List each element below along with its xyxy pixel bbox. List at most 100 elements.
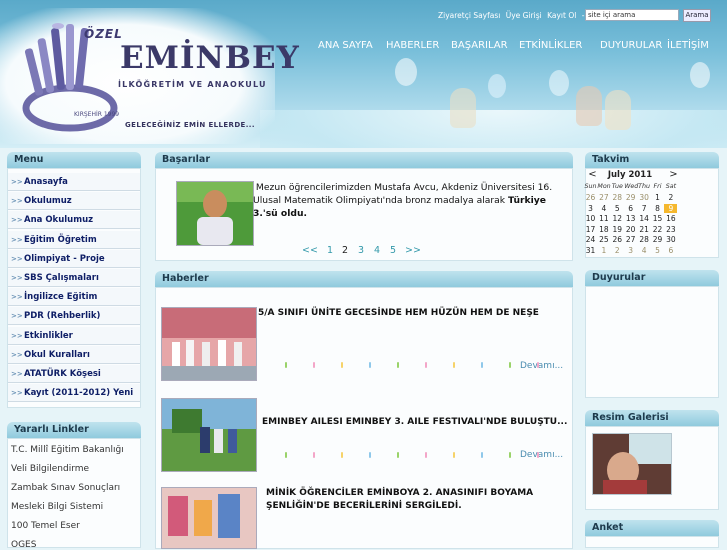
news-photo[interactable] [161, 398, 257, 472]
calendar-day[interactable]: 2 [664, 193, 677, 202]
decorative-dot [341, 452, 343, 458]
calendar-day[interactable]: 26 [584, 193, 597, 202]
calendar-day[interactable]: 15 [651, 214, 664, 223]
menu-item[interactable]: >> İngilizce Eğitim [8, 288, 140, 307]
calendar-day[interactable]: 6 [664, 246, 677, 255]
calendar-day[interactable]: 28 [638, 235, 651, 244]
calendar-day[interactable]: 21 [638, 225, 651, 234]
search-input[interactable]: site içi arama [585, 9, 679, 21]
calendar-day[interactable]: 20 [624, 225, 637, 234]
menu-item[interactable]: >> SBS Çalışmaları [8, 269, 140, 287]
decorative-dot [481, 452, 483, 458]
calendar-day[interactable]: 25 [597, 235, 610, 244]
calendar-day[interactable]: 30 [664, 235, 677, 244]
calendar-day[interactable]: 16 [664, 214, 677, 223]
menu-item[interactable]: >> ATATÜRK Köşesi [8, 365, 140, 383]
calendar-day[interactable]: 3 [584, 204, 597, 213]
menu-item[interactable]: >> Kayıt (2011-2012) Yeni [8, 384, 140, 403]
useful-link[interactable]: OGES [11, 540, 36, 550]
calendar-day[interactable]: 18 [597, 225, 610, 234]
pager-page[interactable]: 4 [374, 245, 380, 256]
nav-news[interactable]: HABERLER [386, 40, 439, 51]
nav-contact[interactable]: İLETİŞİM [667, 40, 709, 51]
calendar-day[interactable]: 29 [624, 193, 637, 202]
calendar-day[interactable]: 22 [651, 225, 664, 234]
menu-item[interactable]: >> Okul Kuralları [8, 345, 140, 364]
calendar-day[interactable]: 13 [624, 214, 637, 223]
menu-item[interactable]: >> PDR (Rehberlik) [8, 307, 140, 326]
calendar-day[interactable]: 4 [638, 246, 651, 255]
search-button[interactable]: Arama [683, 9, 711, 22]
news-title-3[interactable]: MİNİK ÖĞRENCİLER EMİNBOYA 2. ANASINIFI B… [258, 487, 554, 513]
guestbook-link[interactable]: Ziyaretçi Sayfası [438, 11, 500, 20]
calendar-day[interactable]: 5 [611, 204, 624, 213]
calendar-day[interactable]: 23 [664, 225, 677, 234]
nav-home[interactable]: ANA SAYFA [318, 40, 373, 51]
nav-activities[interactable]: ETKİNLİKLER [519, 40, 582, 51]
calendar-day[interactable]: 12 [611, 214, 624, 223]
double-arrow-icon: >> [11, 216, 23, 225]
calendar-next-button[interactable]: > [667, 169, 680, 180]
pager-last[interactable]: >> [405, 245, 421, 256]
pager-page[interactable]: 3 [358, 245, 364, 256]
menu-item[interactable]: >> Etkinlikler [8, 326, 140, 345]
calendar-day[interactable]: 7 [638, 204, 651, 213]
calendar-day[interactable]: 24 [584, 235, 597, 244]
calendar-day[interactable]: 28 [611, 193, 624, 202]
calendar-day[interactable]: 1 [651, 193, 664, 202]
news-photo[interactable] [161, 487, 257, 549]
pager-page[interactable]: 1 [327, 245, 333, 256]
calendar-day[interactable]: 27 [597, 193, 610, 202]
member-login-link[interactable]: Üye Girişi [506, 11, 542, 20]
news-title-2[interactable]: EMİNBEY AİLESİ EMİNBEY 3. AİLE FESTİVALİ… [262, 417, 572, 427]
register-link[interactable]: Kayıt Ol [547, 11, 576, 20]
calendar-day[interactable]: 3 [624, 246, 637, 255]
menu-title: Menu [7, 152, 141, 168]
calendar-day[interactable]: 10 [584, 214, 597, 223]
calendar-day[interactable]: 27 [624, 235, 637, 244]
menu-item[interactable]: >> Ana Okulumuz [8, 211, 140, 230]
calendar-day[interactable]: 29 [651, 235, 664, 244]
useful-link[interactable]: T.C. Millî Eğitim Bakanlığı [11, 445, 124, 455]
menu-item-label: Ana Okulumuz [24, 215, 94, 226]
calendar-panel [585, 168, 719, 258]
pager-first[interactable]: << [302, 245, 318, 256]
useful-link[interactable]: Veli Bilgilendirme [11, 464, 89, 474]
double-arrow-icon: >> [11, 331, 23, 340]
child-figure-decoration [605, 90, 631, 130]
menu-item-label: Olimpiyat - Proje [24, 253, 105, 264]
calendar-day[interactable]: 17 [584, 225, 597, 234]
calendar-day[interactable]: 2 [611, 246, 624, 255]
gallery-photo[interactable] [592, 433, 672, 495]
nav-achievements[interactable]: BAŞARILAR [451, 40, 508, 51]
menu-item[interactable]: >> Olimpiyat - Proje [8, 249, 140, 268]
calendar-day[interactable]: 11 [597, 214, 610, 223]
news-title-1[interactable]: 5/A SINIFI ÜNİTE GECESİNDE HEM HÜZÜN HEM… [258, 307, 570, 320]
menu-item[interactable]: >> Okulumuz [8, 192, 140, 211]
calendar-day[interactable]: 1 [597, 246, 610, 255]
calendar-day[interactable]: 9 [664, 203, 678, 213]
useful-link[interactable]: 100 Temel Eser [11, 521, 80, 531]
useful-link[interactable]: Mesleki Bilgi Sistemi [11, 502, 103, 512]
decorative-dot [313, 452, 315, 458]
decorative-dot [313, 362, 315, 368]
calendar-day[interactable]: 19 [611, 225, 624, 234]
menu-item[interactable]: >> Eğitim Öğretim [8, 230, 140, 249]
read-more-link[interactable]: Devamı... [520, 450, 563, 460]
calendar-day[interactable]: 8 [651, 204, 664, 213]
calendar-day[interactable]: 5 [651, 246, 664, 255]
menu-item[interactable]: >> Anasayfa [8, 173, 140, 191]
calendar-day[interactable]: 4 [597, 204, 610, 213]
useful-link[interactable]: Zambak Sınav Sonuçları [11, 483, 120, 493]
read-more-link[interactable]: Devamı... [520, 361, 563, 371]
calendar-day[interactable]: 26 [611, 235, 624, 244]
calendar-day[interactable]: 30 [638, 193, 651, 202]
pager-page[interactable]: 5 [390, 245, 396, 256]
news-photo[interactable] [161, 307, 257, 381]
calendar-day[interactable]: 14 [638, 214, 651, 223]
calendar-day[interactable]: 31 [584, 246, 597, 255]
calendar-day[interactable]: 6 [624, 204, 637, 213]
decorative-dot [509, 362, 511, 368]
logo-school-name[interactable]: EMİNBEY [120, 40, 300, 76]
nav-announcements[interactable]: DUYURULAR [600, 40, 662, 51]
